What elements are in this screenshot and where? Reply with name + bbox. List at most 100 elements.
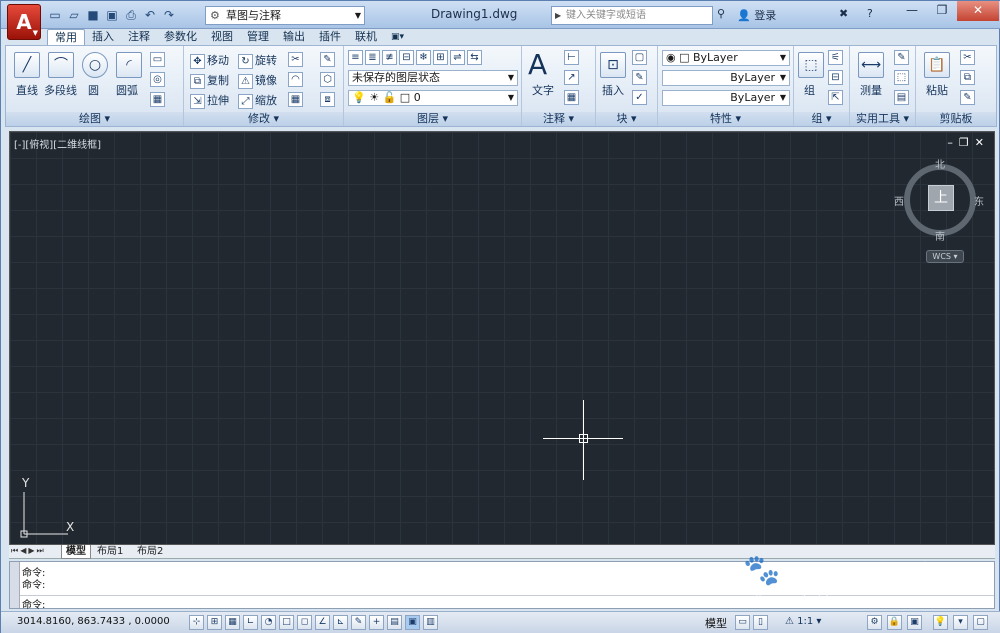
attribute-icon[interactable]: ✓ xyxy=(632,90,649,105)
dynamic-ucs-icon[interactable]: ⊾ xyxy=(333,615,348,630)
calculator-icon[interactable]: ▤ xyxy=(894,90,911,105)
layer-dropdown[interactable]: 💡 ☀ 🔓 □ 0 ▼ xyxy=(348,90,518,106)
erase-icon[interactable]: ✎ xyxy=(320,52,337,67)
viewcube-top-face[interactable]: 上 xyxy=(928,185,954,211)
workspace-switch-icon[interactable]: ⚙ xyxy=(867,615,882,630)
selection-cycling-icon[interactable]: ▥ xyxy=(423,615,438,630)
layer-icon[interactable]: ≣ xyxy=(365,50,380,65)
circle-icon[interactable]: ○ xyxy=(82,52,108,78)
model-space-button[interactable]: 模型 xyxy=(705,615,727,631)
compass-east[interactable]: 东 xyxy=(974,193,984,208)
tab-parametric[interactable]: 参数化 xyxy=(157,29,204,45)
panel-title-annotation[interactable]: 注释 ▾ xyxy=(522,112,595,126)
restore-icon[interactable]: ❐ xyxy=(959,136,975,149)
arc-icon[interactable]: ◜ xyxy=(116,52,142,78)
measure-icon[interactable]: ⟷ xyxy=(858,52,884,78)
object-snap-icon[interactable]: □ xyxy=(279,615,294,630)
layer-isolate-icon[interactable]: ⊟ xyxy=(399,50,414,65)
line-icon[interactable]: ╱ xyxy=(14,52,40,78)
text-icon[interactable]: A xyxy=(528,50,547,80)
lineweight-dropdown[interactable]: ByLayer ▼ xyxy=(662,90,790,106)
offset-icon[interactable]: ⧈ xyxy=(320,92,337,107)
panel-title-draw[interactable]: 绘图 ▾ xyxy=(6,112,183,126)
wcs-menu[interactable]: WCS ▾ xyxy=(926,250,964,263)
group-label[interactable]: 组 xyxy=(804,82,815,98)
tab-manage[interactable]: 管理 xyxy=(240,29,276,45)
compass-west[interactable]: 西 xyxy=(894,193,904,208)
help-icon[interactable]: ? xyxy=(867,7,873,20)
workspace-dropdown[interactable]: ⚙ 草图与注释 ▼ xyxy=(205,6,365,25)
quick-view-drawings-icon[interactable]: ▯ xyxy=(753,615,768,630)
text-label[interactable]: 文字 xyxy=(532,82,554,98)
scale-button[interactable]: ⤢ 缩放 xyxy=(238,92,277,109)
array-icon[interactable]: ▦ xyxy=(288,92,305,107)
layer-walk-icon[interactable]: ⇆ xyxy=(467,50,482,65)
minimize-button[interactable]: — xyxy=(897,1,927,21)
snap-mode-icon[interactable]: ⊞ xyxy=(207,615,222,630)
panel-title-block[interactable]: 块 ▾ xyxy=(596,112,657,126)
tab-view[interactable]: 视图 xyxy=(204,29,240,45)
save-icon[interactable]: ■ xyxy=(85,7,101,23)
quick-select-icon[interactable]: ✎ xyxy=(894,50,911,65)
copy-button[interactable]: ⧉ 复制 xyxy=(190,72,229,89)
rectangle-icon[interactable]: ▭ xyxy=(150,52,167,67)
move-button[interactable]: ✥ 移动 xyxy=(190,52,229,69)
search-input[interactable]: ▶ 键入关键字或短语 xyxy=(551,6,713,25)
panel-title-utilities[interactable]: 实用工具 ▾ xyxy=(850,112,915,126)
isolate-objects-icon[interactable]: 💡 xyxy=(933,615,948,630)
layout-nav-arrows[interactable]: ⏮◀▶⏭ xyxy=(11,546,46,556)
leader-icon[interactable]: ↗ xyxy=(564,70,581,85)
tab-online[interactable]: 联机 xyxy=(348,29,384,45)
panel-title-clipboard[interactable]: 剪贴板 xyxy=(916,112,996,126)
circle-label[interactable]: 圆 xyxy=(88,82,99,98)
group-icon[interactable]: ⬚ xyxy=(798,52,824,78)
line-label[interactable]: 直线 xyxy=(16,82,38,98)
tab-annotate[interactable]: 注释 xyxy=(121,29,157,45)
login-button[interactable]: 👤 登录 xyxy=(737,7,776,23)
application-menu-button[interactable]: A ▼ xyxy=(7,4,41,40)
ortho-mode-icon[interactable]: ∟ xyxy=(243,615,258,630)
layer-freeze-icon[interactable]: ❄ xyxy=(416,50,431,65)
group-edit-icon[interactable]: ⊟ xyxy=(828,70,845,85)
mirror-button[interactable]: ⚠ 镜像 xyxy=(238,72,277,89)
redo-icon[interactable]: ↷ xyxy=(161,7,177,23)
match-properties-icon[interactable]: ✎ xyxy=(960,90,977,105)
camera-icon[interactable]: ▣▾ xyxy=(384,29,411,45)
explode-icon[interactable]: ⬡ xyxy=(320,72,337,87)
infer-constraints-icon[interactable]: ⊹ xyxy=(189,615,204,630)
group-select-icon[interactable]: ⇱ xyxy=(828,90,845,105)
create-block-icon[interactable]: ▢ xyxy=(632,50,649,65)
minimize-icon[interactable]: – xyxy=(947,136,959,149)
panel-title-properties[interactable]: 特性 ▾ xyxy=(658,112,793,126)
save-as-icon[interactable]: ▣ xyxy=(104,7,120,23)
close-icon[interactable]: ✕ xyxy=(975,136,990,149)
coordinate-readout[interactable]: 3014.8160, 863.7433 , 0.0000 xyxy=(17,616,170,627)
trim-icon[interactable]: ✂ xyxy=(288,52,305,67)
edit-block-icon[interactable]: ✎ xyxy=(632,70,649,85)
panel-title-groups[interactable]: 组 ▾ xyxy=(794,112,849,126)
viewcube[interactable]: 上 北 南 东 西 xyxy=(894,160,984,243)
tab-layout1[interactable]: 布局1 xyxy=(93,545,127,559)
select-all-icon[interactable]: ⬚ xyxy=(894,70,911,85)
lineweight-icon[interactable]: + xyxy=(369,615,384,630)
paste-icon[interactable]: 📋 xyxy=(924,52,950,78)
close-button[interactable]: ✕ xyxy=(957,1,999,21)
undo-icon[interactable]: ↶ xyxy=(142,7,158,23)
panel-title-modify[interactable]: 修改 ▾ xyxy=(184,112,343,126)
paste-label[interactable]: 粘贴 xyxy=(926,82,948,98)
hatch-icon[interactable]: ▦ xyxy=(150,92,167,107)
panel-title-layers[interactable]: 图层 ▾ xyxy=(344,112,521,126)
annotation-scale[interactable]: ⚠ 1:1 ▾ xyxy=(785,616,821,627)
fillet-icon[interactable]: ◠ xyxy=(288,72,305,87)
hardware-acceleration-icon[interactable]: ▣ xyxy=(907,615,922,630)
object-snap-tracking-icon[interactable]: ∠ xyxy=(315,615,330,630)
insert-block-icon[interactable]: ⊡ xyxy=(600,52,626,78)
transparency-icon[interactable]: ▤ xyxy=(387,615,402,630)
arc-label[interactable]: 圆弧 xyxy=(116,82,138,98)
color-dropdown[interactable]: ◉ □ ByLayer ▼ xyxy=(662,50,790,66)
stretch-button[interactable]: ⇲ 拉伸 xyxy=(190,92,229,109)
command-input[interactable]: 命令: xyxy=(20,595,994,611)
dimension-icon[interactable]: ⊢ xyxy=(564,50,581,65)
quick-properties-icon[interactable]: ▣ xyxy=(405,615,420,630)
maximize-button[interactable]: ❐ xyxy=(927,1,957,21)
